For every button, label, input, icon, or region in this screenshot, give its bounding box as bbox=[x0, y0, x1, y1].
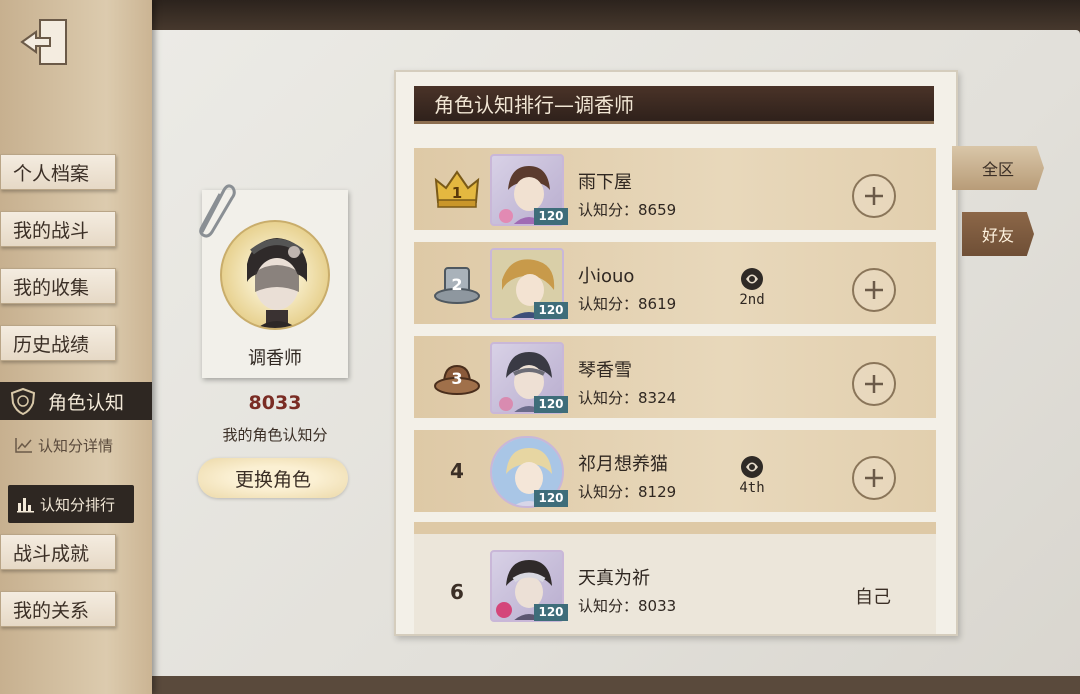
player-name: 祁月想养猫 bbox=[578, 454, 668, 475]
add-friend-button[interactable] bbox=[852, 362, 896, 406]
bar-chart-icon bbox=[17, 498, 34, 513]
paperclip-icon bbox=[199, 184, 236, 238]
tab-friends[interactable]: 好友 bbox=[962, 212, 1034, 256]
perfumer-portrait-icon bbox=[247, 238, 307, 328]
plus-icon bbox=[865, 187, 883, 205]
player-score: 认知分：8659 bbox=[578, 201, 677, 219]
rank-number: 4 bbox=[450, 459, 464, 483]
svg-text:3: 3 bbox=[451, 369, 462, 388]
add-friend-button[interactable] bbox=[852, 268, 896, 312]
rank-emblem-icon bbox=[741, 268, 763, 290]
add-friend-button[interactable] bbox=[852, 174, 896, 218]
line-chart-icon bbox=[15, 438, 32, 453]
level-badge: 120 bbox=[534, 604, 568, 621]
level-badge: 120 bbox=[534, 208, 568, 225]
player-score: 认知分：8619 bbox=[578, 295, 677, 313]
sidebar-subitem-score-details[interactable]: 认知分详情 bbox=[14, 430, 113, 460]
player-name: 雨下屋 bbox=[578, 172, 632, 193]
top-strip bbox=[0, 0, 1080, 34]
sidebar-item-relations[interactable]: 我的关系 bbox=[0, 591, 116, 627]
plus-icon bbox=[865, 375, 883, 393]
sidebar-item-history[interactable]: 历史战绩 bbox=[0, 325, 116, 361]
level-badge: 120 bbox=[534, 396, 568, 413]
exit-door-icon bbox=[20, 19, 67, 65]
my-score-value: 8033 bbox=[248, 392, 302, 414]
change-character-button[interactable]: 更换角色 bbox=[198, 458, 348, 498]
bottom-strip bbox=[0, 676, 1080, 694]
sidebar-subitem-score-ranking[interactable]: 认知分排行 bbox=[8, 485, 134, 523]
my-score-label: 我的角色认知分 bbox=[222, 426, 328, 444]
level-badge: 120 bbox=[534, 490, 568, 507]
rank-badge-text: 2nd bbox=[739, 292, 765, 308]
sidebar: 个人档案 我的战斗 我的收集 历史战绩 角色认知 认知分详情 认知分排行 战斗成… bbox=[0, 0, 152, 694]
player-name: 小iouo bbox=[578, 266, 635, 287]
rank-number: 6 bbox=[450, 580, 464, 604]
player-name: 琴香雪 bbox=[578, 360, 632, 381]
ranking-title: 角色认知排行—调香师 bbox=[414, 86, 934, 124]
player-name: 天真为祈 bbox=[578, 568, 650, 589]
sidebar-item-my-battles[interactable]: 我的战斗 bbox=[0, 211, 116, 247]
rank-emblem-icon bbox=[741, 456, 763, 478]
gold-crown-icon: 1 bbox=[432, 166, 482, 210]
bronze-hat-icon: 3 bbox=[432, 356, 482, 400]
plus-icon bbox=[865, 469, 883, 487]
sidebar-item-character-cognition[interactable]: 角色认知 bbox=[0, 382, 152, 420]
player-score: 认知分：8129 bbox=[578, 483, 677, 501]
svg-text:2: 2 bbox=[451, 275, 462, 294]
player-score: 认知分：8324 bbox=[578, 389, 677, 407]
rank-badge-text: 4th bbox=[739, 480, 765, 496]
sidebar-item-achievements[interactable]: 战斗成就 bbox=[0, 534, 116, 570]
ranking-row-partial bbox=[414, 522, 936, 534]
tab-all-server[interactable]: 全区 bbox=[952, 146, 1044, 190]
self-label: 自己 bbox=[855, 587, 891, 608]
silver-hat-icon: 2 bbox=[432, 262, 482, 306]
level-badge: 120 bbox=[534, 302, 568, 319]
svg-text:1: 1 bbox=[452, 184, 462, 202]
back-button[interactable] bbox=[18, 14, 74, 70]
player-score: 认知分：8033 bbox=[578, 597, 677, 615]
plus-icon bbox=[865, 281, 883, 299]
add-friend-button[interactable] bbox=[852, 456, 896, 500]
shield-icon bbox=[10, 387, 36, 416]
character-name: 调香师 bbox=[248, 348, 302, 369]
sidebar-item-profile[interactable]: 个人档案 bbox=[0, 154, 116, 190]
sidebar-item-my-collection[interactable]: 我的收集 bbox=[0, 268, 116, 304]
